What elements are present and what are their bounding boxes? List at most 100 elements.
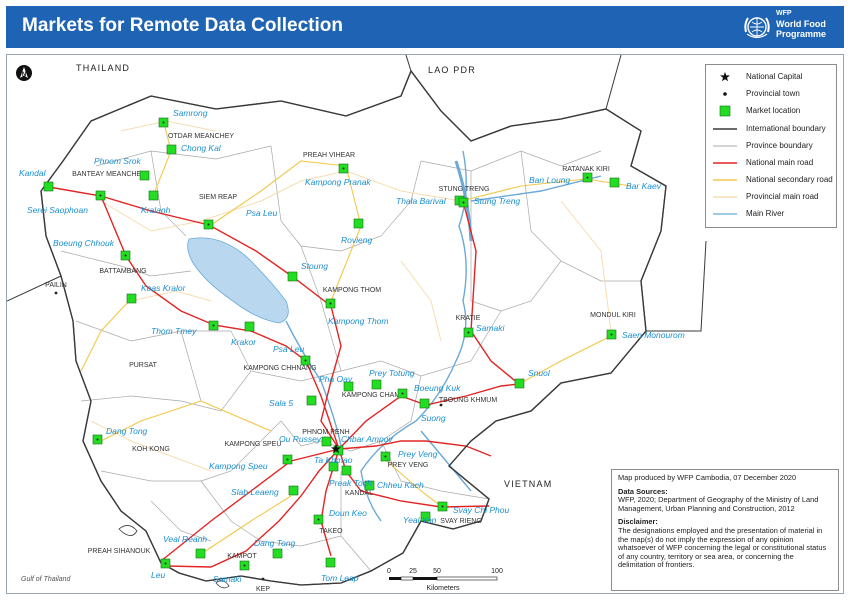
market-square-icon: [371, 379, 382, 390]
market-label: Slab Leaeng: [231, 487, 279, 497]
market-square-icon: [353, 218, 364, 229]
market-square-icon: [272, 548, 283, 559]
market-label: Ta Khmao: [314, 455, 353, 465]
province-label: KOH KONG: [132, 446, 170, 453]
country-label: THAILAND: [76, 63, 130, 73]
province-label: RATANAK KIRI: [562, 166, 610, 173]
market-square-icon: [244, 321, 255, 332]
market-label: Kampong Pranak: [305, 177, 371, 187]
north-label: N: [22, 72, 26, 78]
wfp-logo: WFP World Food Programme: [742, 10, 834, 44]
scale-tick-label: 100: [491, 568, 503, 575]
market-square-icon: [287, 271, 298, 282]
province-label: KAMPONG CHHNANG: [243, 365, 316, 372]
town-dot-icon: [261, 577, 265, 581]
market-label: Chong Kal: [181, 143, 222, 153]
market-square-icon: [43, 181, 54, 192]
legend-row: Provincial main road: [712, 191, 836, 203]
market-label: Kampong Speu: [209, 461, 268, 471]
scale-tick-label: 25: [409, 568, 417, 575]
scale-tick-label: 0: [387, 568, 391, 575]
province-label: BATTAMBANG: [99, 268, 146, 275]
legend-row: Province boundary: [712, 140, 836, 152]
market-label: Leu: [151, 570, 165, 580]
market-label: Phnom Srok: [94, 156, 142, 166]
provincial-road-line-icon: [713, 196, 737, 198]
market-square-icon: [419, 398, 430, 409]
market-label: Svay Chi Phou: [453, 505, 509, 515]
market-label: Koas Kralor: [141, 283, 187, 293]
province-label: STUNG TRENG: [439, 186, 490, 193]
market-label: Ou Russey: [279, 434, 322, 444]
market-label: Samrong: [173, 108, 208, 118]
legend-label: Market location: [746, 106, 801, 115]
country-label: LAO PDR: [428, 65, 476, 75]
scale-tick-label: 50: [433, 568, 441, 575]
legend-label: International boundary: [746, 124, 826, 133]
market-label: Stung Treng: [474, 196, 520, 206]
province-label: PREY VENG: [388, 462, 429, 469]
map-legend: National Capital Provincial town Market …: [705, 64, 837, 228]
town-dot-icon: [439, 403, 443, 407]
legend-row: Main River: [712, 208, 836, 220]
province-label: TBOUNG KHMUM: [439, 397, 498, 404]
market-square-icon: [195, 548, 206, 559]
market-label: Ban Loung: [529, 175, 570, 185]
sources-text: WFP, 2020; Department of Geography of th…: [618, 495, 819, 513]
legend-row: National secondary road: [712, 174, 836, 186]
market-label: Samaki: [213, 574, 242, 584]
province-boundary-line-icon: [713, 145, 737, 147]
scale-bar: 0 25 50 100 Kilometers: [387, 568, 503, 592]
secondary-road-line-icon: [713, 179, 737, 181]
market-square-icon: [514, 378, 525, 389]
map-page: Markets for Remote Data Collection WFP W…: [0, 0, 850, 601]
province-label: PREAH SIHANOUK: [88, 548, 151, 555]
market-label: Dang Tong: [254, 538, 296, 548]
map-info-box: Map produced by WFP Cambodia, 07 Decembe…: [611, 469, 839, 591]
province-label: TAKEO: [319, 528, 343, 535]
province-label: KEP: [256, 586, 270, 593]
market-label: Psa Leu: [273, 344, 304, 354]
market-label: Chheu Kach: [377, 480, 424, 490]
map-title: Markets for Remote Data Collection: [22, 15, 343, 36]
legend-row: International boundary: [712, 123, 836, 135]
market-label: Kampong Thom: [328, 316, 388, 326]
market-label: Kralanh: [141, 205, 171, 215]
market-square-icon: [148, 190, 159, 201]
province-label: KRATIE: [456, 315, 481, 322]
market-label: Thom Tmey: [151, 326, 197, 336]
market-label: Boeung Chhouk: [53, 238, 115, 248]
province-label: KANDAL: [345, 490, 373, 497]
province-label: OTDAR MEANCHEY: [168, 133, 234, 140]
market-label: Boeung Kuk: [414, 383, 461, 393]
market-label: Prey Totung: [369, 368, 415, 378]
legend-row: Provincial town: [712, 88, 836, 100]
market-label: Stoung: [301, 261, 328, 271]
legend-label: National Capital: [746, 72, 803, 81]
scale-unit: Kilometers: [426, 585, 460, 592]
legend-label: Main River: [746, 209, 785, 218]
market-label: Prey Veng: [398, 449, 438, 459]
province-label: KAMPONG SPEU: [225, 441, 282, 448]
market-label: Yeal Yon: [403, 515, 437, 525]
north-arrow: N: [16, 65, 32, 81]
province-label: SVAY RIENG: [440, 518, 482, 525]
market-label: Kandal: [19, 168, 47, 178]
market-label: Serei Saophoan: [27, 205, 88, 215]
province-label: KAMPOT: [227, 553, 257, 560]
province-label: BANTEAY MEANCHEY: [72, 171, 146, 178]
market-label: Doun Keo: [329, 508, 367, 518]
market-label: Pha Oav: [319, 374, 353, 384]
market-label: Snuol: [528, 368, 551, 378]
market-label: Bar Kaev: [626, 181, 662, 191]
market-square-icon: [609, 177, 620, 188]
province-label: MONDUL KIRI: [590, 312, 636, 319]
legend-label: Provincial main road: [746, 192, 819, 201]
wfp-emblem-icon: [744, 17, 770, 39]
market-square-icon: [306, 395, 317, 406]
market-square-icon: [288, 485, 299, 496]
market-square-icon: [126, 293, 137, 304]
legend-label: National main road: [746, 158, 814, 167]
legend-label: Province boundary: [746, 141, 813, 150]
market-square-icon: [325, 557, 336, 568]
